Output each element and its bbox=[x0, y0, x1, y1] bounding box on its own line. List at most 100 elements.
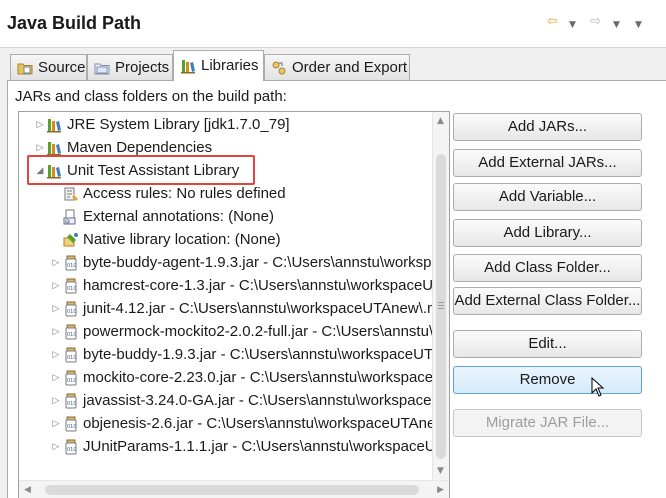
collapsed-twistie-icon[interactable]: ▷ bbox=[35, 136, 45, 159]
vertical-scrollbar[interactable]: ▲ ▼ bbox=[432, 112, 449, 480]
jar-icon: 010 bbox=[63, 324, 79, 340]
svg-text:010: 010 bbox=[67, 401, 77, 407]
build-path-tabs: Source Projects Libraries Order and Expo… bbox=[0, 48, 666, 81]
jar-icon: 010 bbox=[63, 301, 79, 317]
add-library-button[interactable]: Add Library... bbox=[453, 219, 642, 247]
tree-row[interactable]: ▷ 010 byte-buddy-1.9.3.jar - C:\Users\anns… bbox=[19, 343, 433, 366]
tab-source[interactable]: Source bbox=[10, 54, 87, 80]
add-external-jars-button[interactable]: Add External JARs... bbox=[453, 149, 642, 177]
jar-icon: 010 bbox=[63, 255, 79, 271]
svg-text:@: @ bbox=[65, 219, 70, 225]
svg-text:010: 010 bbox=[67, 378, 77, 384]
add-class-folder-button[interactable]: Add Class Folder... bbox=[453, 254, 642, 282]
tree-row-label: javassist-3.24.0-GA.jar - C:\Users\annst… bbox=[83, 392, 433, 409]
access-rules-icon bbox=[63, 186, 79, 202]
build-path-caption: JARs and class folders on the build path… bbox=[15, 88, 287, 105]
remove-button[interactable]: Remove bbox=[453, 366, 642, 394]
view-menu-icon[interactable]: ▼ bbox=[635, 17, 642, 35]
tree-row[interactable]: ▷ JRE System Library [jdk1.7.0_79] bbox=[19, 113, 433, 136]
tree-row[interactable]: @ External annotations: (None) bbox=[19, 205, 433, 228]
tree-row[interactable]: ▷ 010 javassist-3.24.0-GA.jar - C:\Users\a… bbox=[19, 389, 433, 412]
back-history-dropdown-icon[interactable]: ▼ bbox=[569, 17, 576, 35]
jar-icon: 010 bbox=[63, 347, 79, 363]
horizontal-scroll-thumb[interactable] bbox=[45, 485, 419, 495]
scroll-right-icon[interactable]: ▶ bbox=[437, 485, 444, 495]
collapsed-twistie-icon[interactable]: ▷ bbox=[51, 412, 61, 435]
add-variable-button[interactable]: Add Variable... bbox=[453, 183, 642, 211]
mouse-cursor-icon bbox=[591, 377, 605, 397]
jar-icon: 010 bbox=[63, 416, 79, 432]
tree-row[interactable]: ▷ Maven Dependencies bbox=[19, 136, 433, 159]
svg-text:010: 010 bbox=[67, 263, 77, 269]
svg-text:010: 010 bbox=[67, 424, 77, 430]
tab-label: Order and Export bbox=[292, 59, 408, 76]
collapsed-twistie-icon[interactable]: ▷ bbox=[51, 366, 61, 389]
tab-projects[interactable]: Projects bbox=[87, 54, 173, 80]
dialog-title-bar: Java Build Path ⇦ ▼ ⇨ ▼ ▼ bbox=[0, 0, 666, 48]
jar-icon: 010 bbox=[63, 439, 79, 455]
grip-line bbox=[438, 305, 444, 306]
migrate-jar-file-button[interactable]: Migrate JAR File... bbox=[453, 409, 642, 437]
edit-button[interactable]: Edit... bbox=[453, 330, 642, 358]
collapsed-twistie-icon[interactable]: ▷ bbox=[51, 320, 61, 343]
tree-row-label: Access rules: No rules defined bbox=[83, 185, 286, 202]
collapsed-twistie-icon[interactable]: ▷ bbox=[51, 297, 61, 320]
tab-label: Projects bbox=[115, 59, 170, 76]
back-arrow-icon[interactable]: ⇦ bbox=[547, 14, 558, 32]
tree-row-label: objenesis-2.6.jar - C:\Users\annstu\work… bbox=[83, 415, 433, 432]
collapsed-twistie-icon[interactable]: ▷ bbox=[51, 343, 61, 366]
jar-icon: 010 bbox=[63, 278, 79, 294]
dialog-title: Java Build Path bbox=[7, 13, 142, 33]
scroll-up-icon[interactable]: ▲ bbox=[437, 116, 444, 126]
horizontal-scrollbar[interactable]: ◀ ▶ bbox=[19, 480, 449, 498]
svg-text:010: 010 bbox=[67, 286, 77, 292]
collapsed-twistie-icon[interactable]: ▷ bbox=[51, 274, 61, 297]
tab-order-and-export[interactable]: Order and Export bbox=[264, 54, 410, 80]
tree-row[interactable]: ◢ Unit Test Assistant Library bbox=[19, 159, 433, 182]
library-icon bbox=[46, 163, 62, 179]
forward-arrow-icon[interactable]: ⇨ bbox=[590, 14, 601, 32]
tree-row[interactable]: ▷ 010 objenesis-2.6.jar - C:\Users\annstu\… bbox=[19, 412, 433, 435]
tab-libraries[interactable]: Libraries bbox=[173, 50, 264, 81]
svg-text:010: 010 bbox=[67, 447, 77, 453]
add-external-class-folder-button[interactable]: Add External Class Folder... bbox=[453, 287, 642, 315]
annotations-icon: @ bbox=[63, 209, 79, 225]
build-path-tree[interactable]: ▷ JRE System Library [jdk1.7.0_79] ▷ Maven … bbox=[18, 111, 450, 498]
tree-row[interactable]: ▷ 010 hamcrest-core-1.3.jar - C:\Users\ann… bbox=[19, 274, 433, 297]
tree-row[interactable]: ▷ 010 junit-4.12.jar - C:\Users\annstu\wor… bbox=[19, 297, 433, 320]
tree-row-label: byte-buddy-1.9.3.jar - C:\Users\annstu\w… bbox=[83, 346, 433, 363]
tree-row[interactable]: ▷ 010 JUnitParams-1.1.1.jar - C:\Users\ann… bbox=[19, 435, 433, 458]
tree-row[interactable]: ▷ 010 byte-buddy-agent-1.9.3.jar - C:\User… bbox=[19, 251, 433, 274]
collapsed-twistie-icon[interactable]: ▷ bbox=[35, 113, 45, 136]
tree-row-label: Native library location: (None) bbox=[83, 231, 281, 248]
collapsed-twistie-icon[interactable]: ▷ bbox=[51, 389, 61, 412]
tree-row[interactable]: Access rules: No rules defined bbox=[19, 182, 433, 205]
tree-row[interactable]: Native library location: (None) bbox=[19, 228, 433, 251]
svg-text:010: 010 bbox=[67, 355, 77, 361]
grip-line bbox=[438, 302, 444, 303]
tree-row-label: External annotations: (None) bbox=[83, 208, 274, 225]
add-jars-button[interactable]: Add JARs... bbox=[453, 113, 642, 141]
expanded-twistie-icon[interactable]: ◢ bbox=[35, 159, 45, 182]
tree-row-label: JRE System Library [jdk1.7.0_79] bbox=[67, 116, 290, 133]
forward-history-dropdown-icon[interactable]: ▼ bbox=[613, 17, 620, 35]
jar-icon: 010 bbox=[63, 370, 79, 386]
order-export-icon bbox=[271, 60, 287, 76]
collapsed-twistie-icon[interactable]: ▷ bbox=[51, 435, 61, 458]
collapsed-twistie-icon[interactable]: ▷ bbox=[51, 251, 61, 274]
tree-row[interactable]: ▷ 010 mockito-core-2.23.0.jar - C:\Users\a… bbox=[19, 366, 433, 389]
tree-row[interactable]: ▷ 010 powermock-mockito2-2.0.2-full.jar - … bbox=[19, 320, 433, 343]
grip-line bbox=[438, 308, 444, 309]
library-icon bbox=[46, 140, 62, 156]
tab-label: Libraries bbox=[201, 57, 259, 74]
libraries-panel: JARs and class folders on the build path… bbox=[7, 80, 666, 498]
scroll-left-icon[interactable]: ◀ bbox=[24, 485, 31, 495]
scroll-down-icon[interactable]: ▼ bbox=[437, 466, 444, 476]
projects-icon bbox=[94, 60, 110, 76]
tree-row-label: hamcrest-core-1.3.jar - C:\Users\annstu\… bbox=[83, 277, 433, 294]
tree-row-label: Unit Test Assistant Library bbox=[67, 162, 240, 179]
tab-label: Source bbox=[38, 59, 86, 76]
native-library-icon bbox=[63, 232, 79, 248]
vertical-scroll-thumb[interactable] bbox=[436, 154, 446, 459]
jar-icon: 010 bbox=[63, 393, 79, 409]
